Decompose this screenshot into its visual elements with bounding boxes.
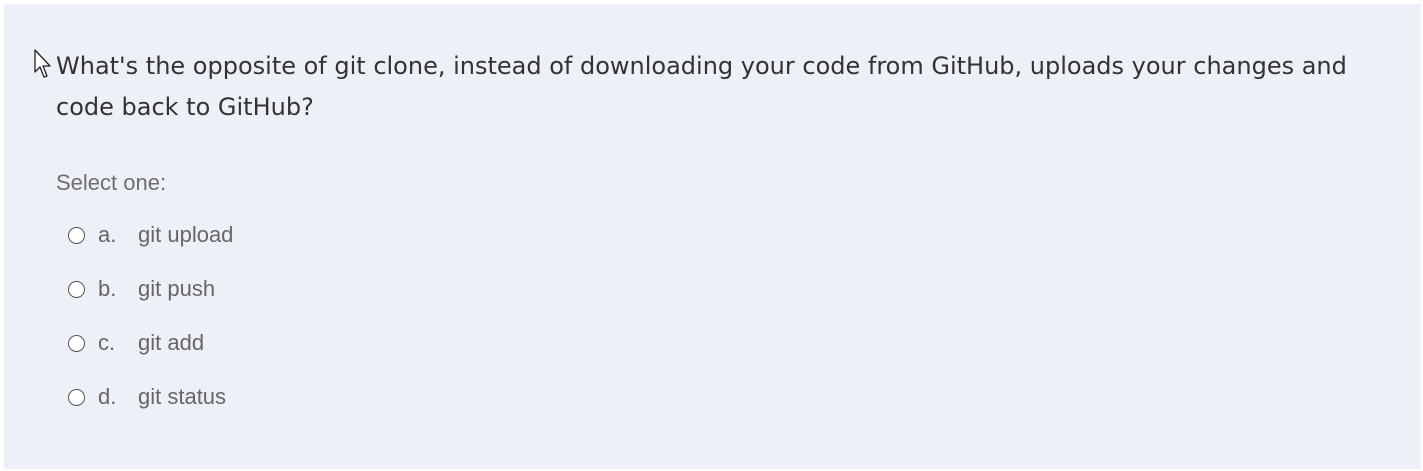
option-letter: a. (98, 222, 117, 247)
answer-options: a. git upload b. git push c. git add d. … (68, 208, 233, 424)
option-label[interactable]: git upload (138, 222, 233, 248)
option-label[interactable]: git status (138, 384, 226, 410)
question-text: What's the opposite of git clone, instea… (56, 52, 1347, 121)
option-letter: b. (98, 276, 117, 301)
select-one-label: Select one: (56, 170, 167, 195)
radio-button-c[interactable] (68, 334, 85, 352)
radio-button-d[interactable] (68, 388, 85, 406)
option-label[interactable]: git add (138, 330, 204, 356)
option-d[interactable]: d. git status (68, 370, 233, 424)
option-letter: d. (98, 384, 117, 409)
option-label[interactable]: git push (138, 276, 215, 302)
option-letter: c. (98, 330, 116, 355)
radio-button-a[interactable] (68, 226, 85, 244)
radio-button-b[interactable] (68, 280, 85, 298)
question-card: What's the opposite of git clone, instea… (4, 4, 1421, 469)
option-c[interactable]: c. git add (68, 316, 233, 370)
mouse-pointer-icon (34, 49, 51, 78)
option-b[interactable]: b. git push (68, 262, 233, 316)
option-a[interactable]: a. git upload (68, 208, 233, 262)
